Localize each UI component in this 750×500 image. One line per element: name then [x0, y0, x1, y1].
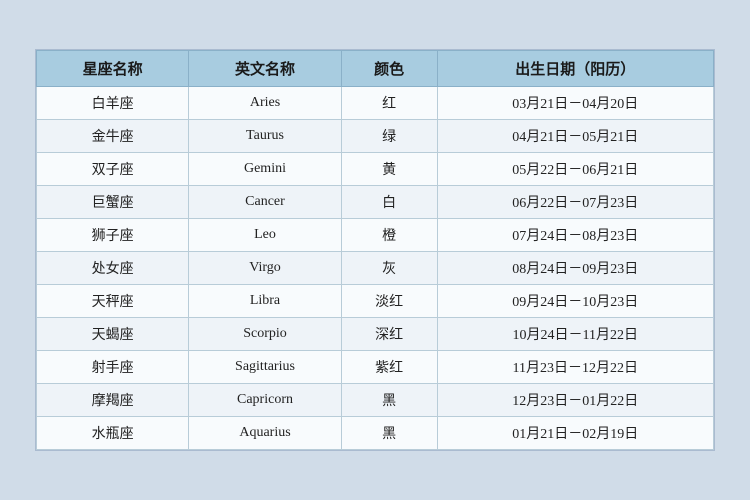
cell-chinese: 天蝎座 — [37, 318, 189, 351]
cell-dates: 07月24日－08月23日 — [437, 219, 713, 252]
cell-english: Gemini — [189, 153, 341, 186]
cell-color: 黑 — [341, 384, 437, 417]
cell-dates: 11月23日－12月22日 — [437, 351, 713, 384]
cell-english: Libra — [189, 285, 341, 318]
table-row: 射手座Sagittarius紫红11月23日－12月22日 — [37, 351, 714, 384]
cell-english: Virgo — [189, 252, 341, 285]
cell-dates: 05月22日－06月21日 — [437, 153, 713, 186]
cell-chinese: 射手座 — [37, 351, 189, 384]
cell-english: Leo — [189, 219, 341, 252]
table-row: 摩羯座Capricorn黑12月23日－01月22日 — [37, 384, 714, 417]
col-header-english: 英文名称 — [189, 51, 341, 87]
cell-chinese: 金牛座 — [37, 120, 189, 153]
cell-chinese: 狮子座 — [37, 219, 189, 252]
cell-english: Aries — [189, 87, 341, 120]
table-row: 巨蟹座Cancer白06月22日－07月23日 — [37, 186, 714, 219]
cell-chinese: 处女座 — [37, 252, 189, 285]
table-row: 天秤座Libra淡红09月24日－10月23日 — [37, 285, 714, 318]
cell-dates: 01月21日－02月19日 — [437, 417, 713, 450]
zodiac-table-container: 星座名称 英文名称 颜色 出生日期（阳历） 白羊座Aries红03月21日－04… — [35, 49, 715, 451]
cell-dates: 10月24日－11月22日 — [437, 318, 713, 351]
cell-color: 黄 — [341, 153, 437, 186]
cell-dates: 12月23日－01月22日 — [437, 384, 713, 417]
table-row: 水瓶座Aquarius黑01月21日－02月19日 — [37, 417, 714, 450]
cell-dates: 09月24日－10月23日 — [437, 285, 713, 318]
cell-color: 灰 — [341, 252, 437, 285]
cell-chinese: 摩羯座 — [37, 384, 189, 417]
cell-dates: 03月21日－04月20日 — [437, 87, 713, 120]
table-row: 双子座Gemini黄05月22日－06月21日 — [37, 153, 714, 186]
cell-chinese: 白羊座 — [37, 87, 189, 120]
cell-color: 深红 — [341, 318, 437, 351]
cell-english: Capricorn — [189, 384, 341, 417]
table-header-row: 星座名称 英文名称 颜色 出生日期（阳历） — [37, 51, 714, 87]
zodiac-table: 星座名称 英文名称 颜色 出生日期（阳历） 白羊座Aries红03月21日－04… — [36, 50, 714, 450]
cell-english: Taurus — [189, 120, 341, 153]
cell-dates: 06月22日－07月23日 — [437, 186, 713, 219]
cell-english: Sagittarius — [189, 351, 341, 384]
cell-color: 红 — [341, 87, 437, 120]
table-row: 狮子座Leo橙07月24日－08月23日 — [37, 219, 714, 252]
cell-color: 橙 — [341, 219, 437, 252]
cell-chinese: 巨蟹座 — [37, 186, 189, 219]
cell-color: 紫红 — [341, 351, 437, 384]
cell-chinese: 双子座 — [37, 153, 189, 186]
cell-chinese: 水瓶座 — [37, 417, 189, 450]
cell-english: Cancer — [189, 186, 341, 219]
cell-color: 淡红 — [341, 285, 437, 318]
cell-dates: 04月21日－05月21日 — [437, 120, 713, 153]
cell-dates: 08月24日－09月23日 — [437, 252, 713, 285]
col-header-chinese: 星座名称 — [37, 51, 189, 87]
table-row: 金牛座Taurus绿04月21日－05月21日 — [37, 120, 714, 153]
cell-chinese: 天秤座 — [37, 285, 189, 318]
cell-color: 绿 — [341, 120, 437, 153]
table-body: 白羊座Aries红03月21日－04月20日金牛座Taurus绿04月21日－0… — [37, 87, 714, 450]
table-row: 处女座Virgo灰08月24日－09月23日 — [37, 252, 714, 285]
col-header-color: 颜色 — [341, 51, 437, 87]
cell-color: 黑 — [341, 417, 437, 450]
cell-english: Aquarius — [189, 417, 341, 450]
cell-english: Scorpio — [189, 318, 341, 351]
col-header-dates: 出生日期（阳历） — [437, 51, 713, 87]
table-row: 天蝎座Scorpio深红10月24日－11月22日 — [37, 318, 714, 351]
table-row: 白羊座Aries红03月21日－04月20日 — [37, 87, 714, 120]
cell-color: 白 — [341, 186, 437, 219]
